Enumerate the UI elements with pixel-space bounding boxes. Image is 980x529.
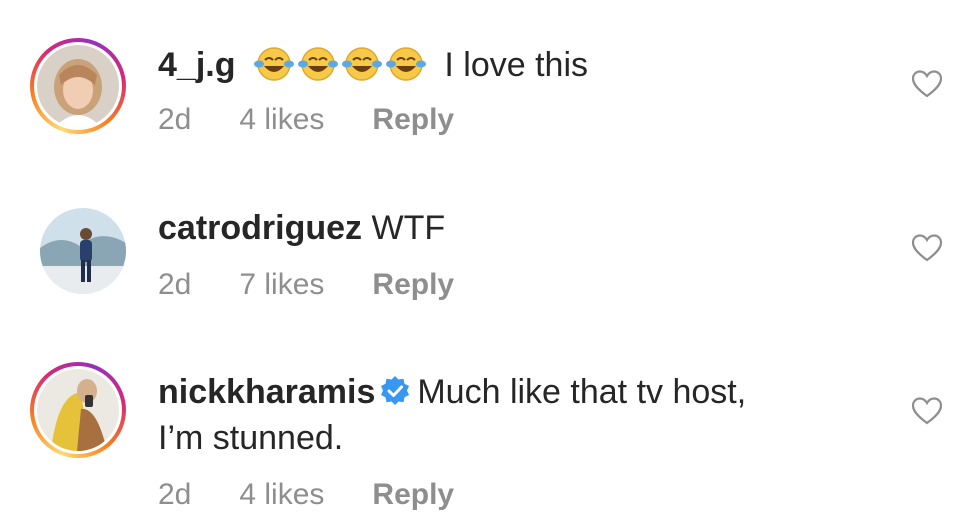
username-link[interactable]: 4_j.g bbox=[158, 46, 235, 84]
avatar-story-ring[interactable] bbox=[30, 362, 126, 458]
reply-button[interactable]: Reply bbox=[372, 267, 454, 303]
heart-icon[interactable] bbox=[912, 70, 942, 98]
verified-badge-icon bbox=[381, 376, 410, 405]
heart-icon[interactable] bbox=[912, 397, 942, 425]
comment-text: I love this bbox=[444, 46, 589, 84]
avatar bbox=[37, 369, 119, 451]
reply-button[interactable]: Reply bbox=[372, 477, 454, 513]
comment-time: 2d bbox=[158, 478, 192, 511]
username-link[interactable]: catrodriguez bbox=[158, 209, 362, 247]
comment-text: WTF bbox=[371, 209, 446, 247]
comment-text-continued: I’m stunned. bbox=[158, 419, 344, 457]
likes-count[interactable]: 4 likes bbox=[239, 102, 324, 138]
avatar bbox=[37, 45, 119, 127]
face-with-tears-of-joy-icon bbox=[385, 47, 426, 81]
reply-button[interactable]: Reply bbox=[372, 102, 454, 138]
comment-line: catrodriguez WTF bbox=[158, 208, 445, 248]
likes-count[interactable]: 4 likes bbox=[239, 477, 324, 513]
heart-icon[interactable] bbox=[912, 234, 942, 262]
comment-meta: 2d 4 likes Reply bbox=[158, 477, 502, 513]
face-with-tears-of-joy-icon bbox=[341, 47, 382, 81]
comment-time: 2d bbox=[158, 268, 192, 301]
face-with-tears-of-joy-icon bbox=[297, 47, 338, 81]
comment-text: Much like that tv host, bbox=[417, 373, 747, 411]
comment-time: 2d bbox=[158, 103, 192, 136]
likes-count[interactable]: 7 likes bbox=[239, 267, 324, 303]
comment-line: 4_j.g I love this bbox=[158, 42, 588, 85]
avatar[interactable] bbox=[40, 208, 126, 294]
face-with-tears-of-joy-icon bbox=[253, 47, 294, 81]
comment-meta: 2d 4 likes Reply bbox=[158, 102, 502, 138]
avatar-story-ring[interactable] bbox=[30, 38, 126, 134]
username-link[interactable]: nickkharamis bbox=[158, 373, 375, 411]
comment-meta: 2d 7 likes Reply bbox=[158, 267, 502, 303]
comment-line: nickkharamis Much like that tv host, bbox=[158, 372, 746, 412]
